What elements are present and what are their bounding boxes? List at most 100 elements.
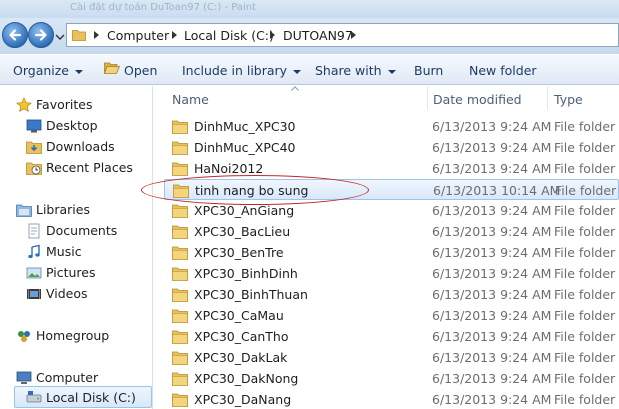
videos-icon xyxy=(27,289,41,299)
folder-icon xyxy=(172,204,188,218)
file-date: 6/13/2013 9:24 AM xyxy=(432,224,552,239)
nav-videos-label: Videos xyxy=(46,286,88,301)
file-row[interactable]: XPC30_AnGiang 6/13/2013 9:24 AM File folde… xyxy=(164,200,619,221)
folder-icon xyxy=(172,120,188,134)
column-header-date[interactable]: Date modified xyxy=(433,92,522,116)
file-name: XPC30_BinhDinh xyxy=(194,266,298,281)
nav-music-label: Music xyxy=(46,244,82,259)
file-date: 6/13/2013 9:24 AM xyxy=(432,392,552,407)
forward-button[interactable] xyxy=(28,22,54,48)
file-date: 6/13/2013 9:24 AM xyxy=(432,203,552,218)
folder-icon xyxy=(172,288,188,302)
file-row[interactable]: DinhMuc_XPC30 6/13/2013 9:24 AM File folde… xyxy=(164,116,619,137)
title-bar: Cài đặt dự toán DuToan97 (C:) - Paint xyxy=(0,0,619,18)
folder-icon xyxy=(72,30,86,41)
file-type: File folder xyxy=(554,371,616,386)
back-button[interactable] xyxy=(2,22,28,48)
file-row[interactable]: XPC30_BacLieu 6/13/2013 9:24 AM File folde… xyxy=(164,221,619,242)
breadcrumb-arrow-icon[interactable] xyxy=(350,30,357,40)
new-folder-button[interactable]: New folder xyxy=(469,63,537,78)
open-button[interactable]: Open xyxy=(124,63,157,78)
column-header-name[interactable]: Name xyxy=(172,92,209,116)
file-type: File folder xyxy=(554,245,616,260)
folder-icon xyxy=(172,267,188,281)
file-name: XPC30_BinhThuan xyxy=(194,287,308,302)
breadcrumb-arrow-icon[interactable] xyxy=(93,30,100,40)
file-name: XPC30_BacLieu xyxy=(194,224,291,239)
file-date: 6/13/2013 9:24 AM xyxy=(432,119,552,134)
nav-favorites-label: Favorites xyxy=(36,97,93,112)
sort-ascending-icon xyxy=(291,86,299,91)
folder-icon xyxy=(172,372,188,386)
file-type: File folder xyxy=(554,287,616,302)
star-icon xyxy=(16,97,32,112)
open-label: Open xyxy=(124,63,158,78)
file-row[interactable]: XPC30_CanTho 6/13/2013 9:24 AM File folder xyxy=(164,326,619,347)
file-row[interactable]: XPC30_DaNang 6/13/2013 9:24 AM File folder xyxy=(164,389,619,409)
file-name: XPC30_DakLak xyxy=(194,350,288,365)
file-name: DinhMuc_XPC40 xyxy=(194,140,296,155)
file-type: File folder xyxy=(554,203,616,218)
nav-downloads-label: Downloads xyxy=(46,139,115,154)
music-icon xyxy=(28,244,40,259)
file-type: File folder xyxy=(554,140,616,155)
file-date: 6/13/2013 9:24 AM xyxy=(432,266,552,281)
file-type: File folder xyxy=(554,266,616,281)
breadcrumb-arrow-icon[interactable] xyxy=(171,30,178,40)
file-row[interactable]: HaNoi2012 6/13/2013 9:24 AM File folder xyxy=(164,158,619,179)
file-date: 6/13/2013 9:24 AM xyxy=(432,308,552,323)
file-name: XPC30_DaNang xyxy=(194,392,292,407)
file-type: File folder xyxy=(554,224,616,239)
share-with-button[interactable]: Share with xyxy=(315,63,396,78)
organize-label: Organize xyxy=(13,63,69,78)
file-row[interactable]: XPC30_DakNong 6/13/2013 9:24 AM File folde… xyxy=(164,368,619,389)
file-type: File folder xyxy=(554,392,616,407)
nav-desktop-label: Desktop xyxy=(46,118,98,133)
file-date: 6/13/2013 9:24 AM xyxy=(432,329,552,344)
file-name: XPC30_AnGiang xyxy=(194,203,295,218)
file-type: File folder xyxy=(554,350,616,365)
column-separator[interactable] xyxy=(547,86,548,110)
file-date: 6/13/2013 10:14 AM xyxy=(433,183,561,198)
downloads-folder-icon xyxy=(26,141,42,154)
new-folder-label: New folder xyxy=(469,63,537,78)
file-type: File folder xyxy=(554,161,616,176)
column-header-type[interactable]: Type xyxy=(554,92,583,116)
libraries-icon xyxy=(16,204,32,217)
breadcrumb-computer[interactable]: Computer xyxy=(107,28,169,43)
recent-pages-dropdown-icon[interactable] xyxy=(55,32,65,42)
recent-places-icon xyxy=(26,162,42,175)
file-date: 6/13/2013 9:24 AM xyxy=(432,140,552,155)
folder-icon xyxy=(172,309,188,323)
file-name: XPC30_DakNong xyxy=(194,371,299,386)
organize-button[interactable]: Organize xyxy=(13,63,83,78)
nav-local-disk-label: Local Disk (C:) xyxy=(46,390,136,405)
include-in-library-button[interactable]: Include in library xyxy=(182,63,302,78)
chevron-down-icon xyxy=(387,69,396,74)
breadcrumb-arrow-icon[interactable] xyxy=(269,30,276,40)
file-date: 6/13/2013 9:24 AM xyxy=(432,287,552,302)
file-row[interactable]: XPC30_DakLak 6/13/2013 9:24 AM File folder xyxy=(164,347,619,368)
command-bar: Organize Open Include in library Share w… xyxy=(0,54,619,85)
file-row[interactable]: tinh nang bo sung 6/13/2013 10:14 AM File … xyxy=(164,179,619,200)
nav-libraries-label: Libraries xyxy=(36,202,90,217)
pictures-icon xyxy=(26,267,42,279)
file-row[interactable]: XPC30_BinhDinh 6/13/2013 9:24 AM File fold… xyxy=(164,263,619,284)
file-row[interactable]: DinhMuc_XPC40 6/13/2013 9:24 AM File folde… xyxy=(164,137,619,158)
folder-icon xyxy=(172,330,188,344)
folder-icon xyxy=(172,393,188,407)
file-date: 6/13/2013 9:24 AM xyxy=(432,371,552,386)
burn-button[interactable]: Burn xyxy=(414,63,443,78)
nav-homegroup-label: Homegroup xyxy=(36,328,110,343)
breadcrumb-dutoan97[interactable]: DUTOAN97 xyxy=(283,28,353,43)
file-row[interactable]: XPC30_BenTre 6/13/2013 9:24 AM File folder xyxy=(164,242,619,263)
file-row[interactable]: XPC30_BinhThuan 6/13/2013 9:24 AM File fol… xyxy=(164,284,619,305)
column-separator[interactable] xyxy=(427,86,428,110)
arrow-left-icon xyxy=(9,29,22,41)
nav-computer-label: Computer xyxy=(36,370,99,385)
file-name: DinhMuc_XPC30 xyxy=(194,119,296,134)
file-row[interactable]: XPC30_CaMau 6/13/2013 9:24 AM File folder xyxy=(164,305,619,326)
breadcrumb-local-disk[interactable]: Local Disk (C:) xyxy=(184,28,274,43)
address-bar[interactable]: Computer Local Disk (C:) DUTOAN97 xyxy=(66,23,619,47)
file-type: File folder xyxy=(554,329,616,344)
